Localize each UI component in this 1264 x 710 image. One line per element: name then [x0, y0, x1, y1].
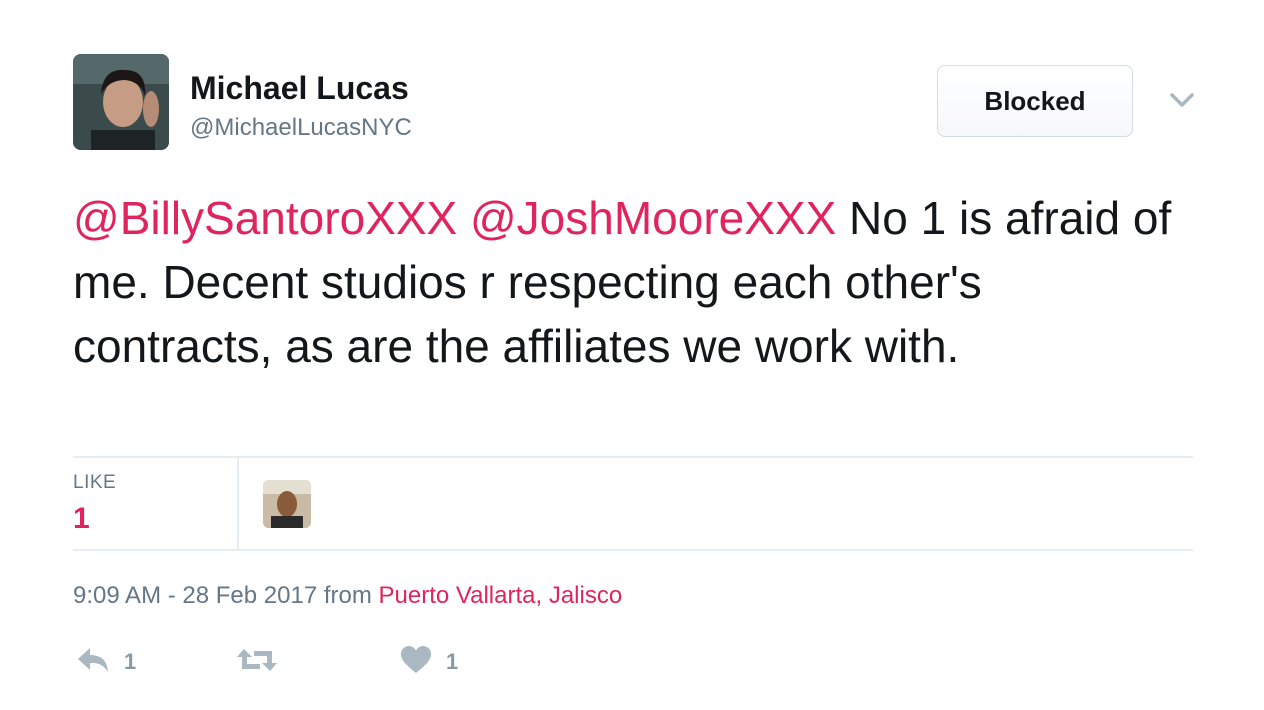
divider	[73, 456, 1193, 458]
mention-link[interactable]: @BillySantoroXXX	[73, 192, 457, 244]
chevron-down-icon[interactable]	[1168, 88, 1196, 112]
tweet-metadata: 9:09 AM - 28 Feb 2017 from Puerto Vallar…	[73, 582, 622, 610]
like-stat-count[interactable]: 1	[73, 502, 90, 536]
blocked-button[interactable]: Blocked	[937, 65, 1133, 137]
like-stat-label: LIKE	[73, 472, 117, 493]
reply-count: 1	[124, 649, 137, 674]
like-button[interactable]: 1	[400, 645, 459, 680]
location-link[interactable]: Puerto Vallarta, Jalisco	[379, 582, 623, 609]
heart-icon	[400, 645, 432, 680]
mention-link[interactable]: @JoshMooreXXX	[470, 192, 836, 244]
reply-button[interactable]: 1	[76, 646, 136, 678]
retweet-button[interactable]	[236, 646, 292, 678]
divider	[73, 549, 1193, 551]
from-label: from	[317, 582, 379, 609]
liker-avatar[interactable]	[263, 480, 311, 528]
timestamp[interactable]: 9:09 AM - 28 Feb 2017	[73, 582, 317, 609]
author-avatar[interactable]	[73, 54, 169, 150]
divider	[237, 458, 239, 550]
retweet-icon	[236, 645, 278, 680]
like-action-count: 1	[446, 649, 459, 674]
reply-icon	[76, 645, 110, 680]
user-handle[interactable]: @MichaelLucasNYC	[190, 114, 412, 142]
display-name[interactable]: Michael Lucas	[190, 70, 409, 107]
tweet-text: @BillySantoroXXX @JoshMooreXXX No 1 is a…	[73, 186, 1193, 378]
